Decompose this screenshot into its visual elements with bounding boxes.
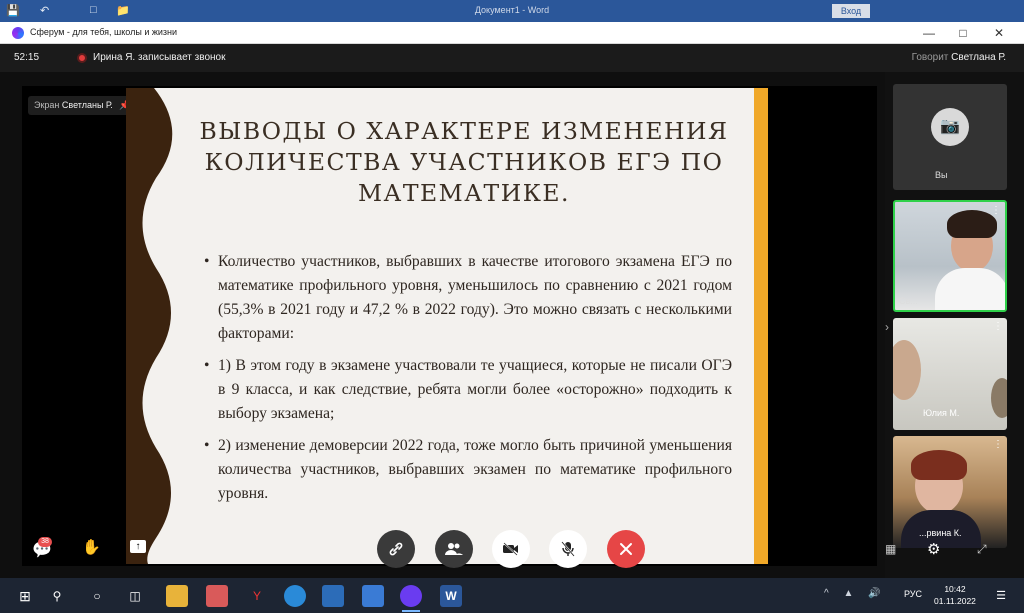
participant-name: Юлия М. <box>923 408 960 418</box>
notifications-icon[interactable]: ☰ <box>990 585 1012 607</box>
slide-body: Количество участников, выбравших в качес… <box>204 250 732 514</box>
browser-window-title: Сферум - для тебя, школы и жизни <box>30 27 178 37</box>
participant-tile-self[interactable]: 📷 Вы <box>893 84 1007 190</box>
participant-hair <box>947 210 997 238</box>
chevron-right-icon[interactable]: › <box>885 320 889 334</box>
minimize-icon[interactable]: — <box>914 24 944 42</box>
microphone-toggle-button[interactable] <box>549 530 587 568</box>
word-title-bar: 💾 ↶ □ 📁 Документ1 - Word Вход <box>0 0 1024 22</box>
fullscreen-icon[interactable]: ⤢ <box>977 542 987 557</box>
recording-icon <box>77 53 87 63</box>
end-call-button[interactable] <box>607 530 645 568</box>
maximize-icon[interactable]: □ <box>948 24 978 42</box>
slide-bullet: 1) В этом году в экзамене участвовали те… <box>204 354 732 426</box>
slide-accent-bar <box>754 88 768 564</box>
participant-video <box>893 340 921 400</box>
raise-hand-icon[interactable]: ✋ <box>82 538 101 556</box>
slide-bullet: 2) изменение демоверсии 2022 года, тоже … <box>204 434 732 506</box>
participant-name: Св... <box>899 296 918 306</box>
grid-view-icon[interactable]: ▦ <box>885 542 896 556</box>
clock-date: 01.11.2022 <box>934 596 976 606</box>
windows-start-icon[interactable]: ⊞ <box>14 585 36 607</box>
close-icon <box>620 543 632 555</box>
link-icon <box>389 542 403 556</box>
participant-video-bg <box>991 378 1007 418</box>
mic-off-icon <box>561 541 575 557</box>
slide-bullet: Количество участников, выбравших в качес… <box>204 250 732 346</box>
screen-owner: Светланы Р. <box>61 100 113 110</box>
more-options-icon[interactable]: ⋮ <box>991 206 1001 216</box>
participant-hair <box>911 450 967 480</box>
camera-icon: 📷 <box>931 108 969 146</box>
camera-off-icon <box>503 542 518 556</box>
screen-owner-label: Экран Светланы Р. 📌 <box>28 96 137 115</box>
call-status-bar: 52:15 Ирина Я. записывает звонок Говорит… <box>0 44 1024 72</box>
call-timer: 52:15 <box>14 52 40 63</box>
share-screen-icon[interactable]: ↑ <box>130 540 146 553</box>
screen-share-stage: Экран Светланы Р. 📌 ВЫВОДЫ О ХАРАКТЕРЕ И… <box>22 86 877 566</box>
search-icon[interactable]: ⚲ <box>46 585 68 607</box>
participant-body <box>935 268 1005 310</box>
presentation-slide: ВЫВОДЫ О ХАРАКТЕРЕ ИЗМЕНЕНИЯ КОЛИЧЕСТВА … <box>126 88 768 564</box>
chat-unread-badge: 38 <box>38 537 52 547</box>
camera-toggle-button[interactable] <box>492 530 530 568</box>
participants-rail: › 📷 Вы ⋮ Св... ⋮ Юлия М. ⋮ ...рвина К. ▦… <box>885 72 1024 578</box>
system-clock[interactable]: 10:42 01.11.2022 <box>934 583 976 607</box>
participant-name: ...рвина К. <box>919 528 962 538</box>
media-app-icon[interactable] <box>322 585 344 607</box>
screen-prefix: Экран <box>34 100 60 110</box>
word-app-icon[interactable]: W <box>440 585 462 607</box>
participants-button[interactable] <box>435 530 473 568</box>
participant-tile[interactable]: ⋮ Юлия М. <box>893 318 1007 430</box>
speaking-prefix: Говорит <box>911 52 949 63</box>
cortana-icon[interactable]: ○ <box>86 585 108 607</box>
sferum-logo-icon <box>12 27 24 39</box>
yandex-browser-icon[interactable]: Y <box>246 585 268 607</box>
system-tray-icons[interactable]: ^ ▲ 🔊 <box>824 588 887 599</box>
browser-window-bar: Сферум - для тебя, школы и жизни — □ ✕ <box>0 22 1024 44</box>
more-options-icon[interactable]: ⋮ <box>993 440 1003 450</box>
gear-icon[interactable]: ⚙ <box>927 540 940 558</box>
task-view-icon[interactable]: ◫ <box>124 585 146 607</box>
sferum-app-icon[interactable] <box>400 585 422 612</box>
word-signin-button[interactable]: Вход <box>832 4 870 18</box>
slide-decorative-border <box>126 88 173 564</box>
word-window-title: Документ1 - Word <box>474 5 550 15</box>
paint-icon[interactable] <box>206 585 228 607</box>
recording-status: Ирина Я. записывает звонок <box>93 52 226 63</box>
participant-tile[interactable]: ⋮ ...рвина К. <box>893 436 1007 548</box>
active-speaker: Говорит Светлана Р. <box>912 52 1006 63</box>
input-language[interactable]: РУС <box>904 589 922 599</box>
file-explorer-icon[interactable] <box>166 585 188 607</box>
participant-tile-speaker[interactable]: ⋮ Св... <box>893 200 1007 312</box>
copy-link-button[interactable] <box>377 530 415 568</box>
close-window-icon[interactable]: ✕ <box>984 24 1014 42</box>
slide-title: ВЫВОДЫ О ХАРАКТЕРЕ ИЗМЕНЕНИЯ КОЛИЧЕСТВА … <box>199 117 729 207</box>
windows-taskbar: ⊞ ⚲ ○ ◫ Y W ^ ▲ 🔊 РУС 10:42 01.11.2022 ☰ <box>0 578 1024 613</box>
store-icon[interactable] <box>362 585 384 607</box>
speaking-name: Светлана Р. <box>951 52 1006 63</box>
participants-icon <box>445 543 463 555</box>
more-options-icon[interactable]: ⋮ <box>993 322 1003 332</box>
participant-name: Вы <box>935 170 948 180</box>
edge-browser-icon[interactable] <box>284 585 306 607</box>
clock-time: 10:42 <box>944 584 966 594</box>
